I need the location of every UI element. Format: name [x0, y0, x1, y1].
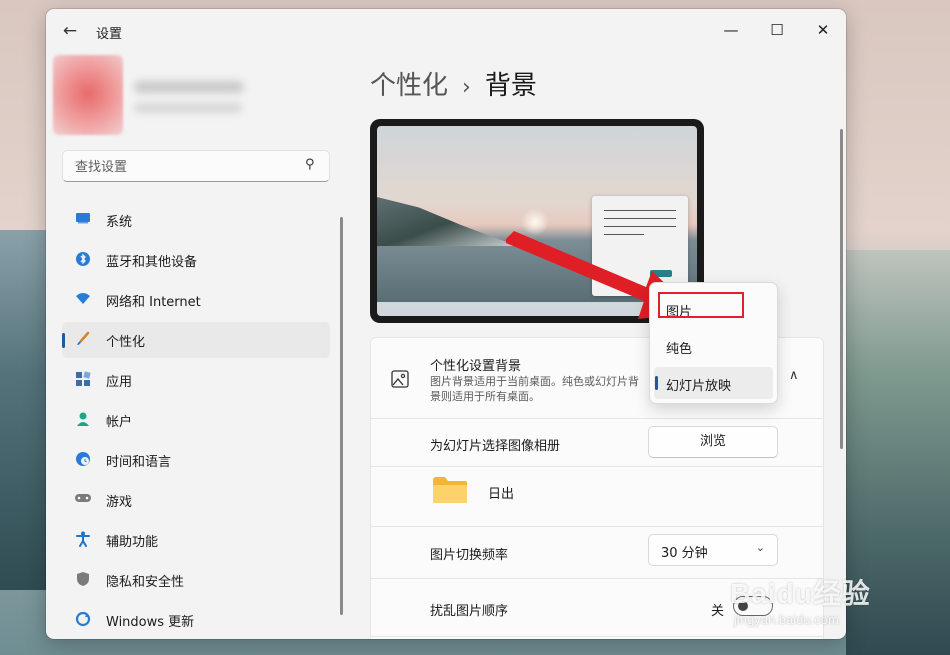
chevron-down-icon: ⌄	[755, 541, 765, 554]
shuffle-state: 关	[711, 604, 725, 619]
sidebar-item-privacy[interactable]: 隐私和安全性	[62, 562, 330, 598]
sidebar-item-label: 时间和语言	[106, 455, 172, 470]
sidebar-item-personalization[interactable]: 个性化	[62, 322, 330, 358]
preview-line	[604, 218, 676, 219]
sidebar-item-label: 隐私和安全性	[106, 575, 185, 590]
bluetooth-icon	[74, 251, 92, 269]
dropdown-option-slideshow[interactable]: 幻灯片放映	[654, 367, 773, 399]
card-title: 个性化设置背景	[430, 359, 522, 374]
preview-hill	[377, 197, 517, 246]
sidebar-item-bluetooth[interactable]: 蓝牙和其他设备	[62, 242, 330, 278]
sidebar-item-label: 网络和 Internet	[106, 295, 201, 310]
maximize-button[interactable]: ☐	[754, 15, 800, 45]
desktop-wallpaper-left	[0, 230, 48, 590]
person-icon	[74, 411, 92, 429]
album-row: 为幻灯片选择图像相册 浏览	[371, 418, 823, 467]
album-label: 为幻灯片选择图像相册	[430, 439, 561, 454]
minimize-button[interactable]: —	[708, 15, 754, 45]
sidebar-item-label: 应用	[106, 375, 133, 390]
watermark: Baidu经验 jingyan.baidu.com	[730, 566, 930, 636]
close-button[interactable]: ✕	[800, 15, 846, 45]
apps-icon	[74, 371, 92, 389]
sidebar-item-label: 辅助功能	[106, 535, 159, 550]
back-arrow-icon[interactable]: ←	[60, 21, 80, 41]
sidebar-item-label: 帐户	[106, 415, 133, 430]
main-scrollbar[interactable]	[840, 129, 843, 449]
sidebar-item-accessibility[interactable]: 辅助功能	[62, 522, 330, 558]
sidebar-item-windows-update[interactable]: Windows 更新	[62, 602, 330, 638]
sidebar-item-gaming[interactable]: 游戏	[62, 482, 330, 518]
sidebar-item-label: 游戏	[106, 495, 133, 510]
watermark-logo: Baidu经验	[730, 578, 871, 609]
accessibility-icon	[74, 531, 92, 549]
app-title: 设置	[96, 27, 123, 42]
user-email-redacted	[134, 103, 242, 113]
interval-label: 图片切换频率	[430, 548, 509, 563]
monitor-icon	[74, 211, 92, 229]
search-input[interactable]	[73, 151, 297, 183]
settings-window: ← 设置 — ☐ ✕ ⚲ 系统 蓝牙和其他设备 网络和 Internet	[46, 9, 846, 639]
sidebar-item-label: 个性化	[106, 335, 146, 350]
folder-name: 日出	[488, 487, 515, 502]
shield-icon	[74, 571, 92, 589]
sidebar-nav: 系统 蓝牙和其他设备 网络和 Internet 个性化 应用 帐户 时间和语言 …	[62, 202, 330, 639]
breadcrumb-parent[interactable]: 个性化	[370, 71, 448, 101]
dropdown-option-solid-color[interactable]: 纯色	[654, 330, 773, 362]
folder-icon	[432, 476, 468, 504]
title-bar: ← 设置 — ☐ ✕	[46, 9, 846, 53]
wifi-icon	[74, 291, 92, 309]
page-title: 背景	[484, 71, 537, 101]
dropdown-option-label: 幻灯片放映	[666, 379, 732, 394]
sidebar-item-label: 系统	[106, 215, 133, 230]
globe-clock-icon	[74, 451, 92, 469]
user-name-redacted	[134, 81, 244, 93]
sidebar-item-label: 蓝牙和其他设备	[106, 255, 198, 270]
preview-line	[604, 210, 676, 211]
sidebar-scrollbar[interactable]	[340, 217, 343, 615]
search-box[interactable]: ⚲	[62, 150, 330, 183]
sidebar-item-apps[interactable]: 应用	[62, 362, 330, 398]
update-icon	[74, 611, 92, 629]
sidebar-item-label: Windows 更新	[106, 615, 195, 630]
breadcrumb: 个性化 › 背景	[370, 65, 537, 102]
sidebar-item-accounts[interactable]: 帐户	[62, 402, 330, 438]
watermark-url: jingyan.baidu.com	[734, 612, 839, 627]
breadcrumb-separator: ›	[462, 75, 471, 100]
highlight-box-annotation	[658, 292, 744, 318]
folder-row: 日出	[371, 466, 823, 527]
sidebar-item-system[interactable]: 系统	[62, 202, 330, 238]
chevron-up-icon[interactable]: ∧	[789, 368, 799, 383]
brush-icon	[74, 331, 92, 349]
interval-value: 30 分钟	[661, 546, 708, 561]
image-icon	[390, 369, 410, 389]
browse-button[interactable]: 浏览	[648, 426, 778, 458]
interval-select[interactable]: 30 分钟 ⌄	[648, 534, 778, 566]
card-description: 图片背景适用于当前桌面。纯色或幻灯片背景则适用于所有桌面。	[430, 375, 639, 403]
gamepad-icon	[74, 491, 92, 509]
avatar[interactable]	[53, 55, 123, 135]
shuffle-label: 扰乱图片顺序	[430, 604, 509, 619]
sidebar-item-time-language[interactable]: 时间和语言	[62, 442, 330, 478]
dropdown-option-label: 纯色	[666, 342, 693, 357]
preview-line	[604, 226, 676, 227]
search-icon[interactable]: ⚲	[305, 157, 319, 173]
sidebar-item-network[interactable]: 网络和 Internet	[62, 282, 330, 318]
